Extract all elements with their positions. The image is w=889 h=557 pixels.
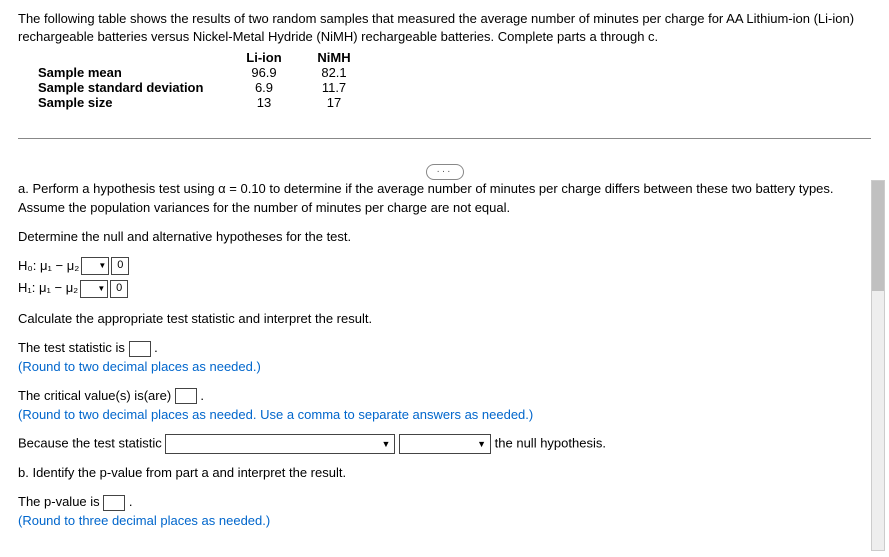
mean-nimh: 82.1 — [308, 65, 378, 80]
h0-operator-select[interactable] — [81, 257, 109, 275]
part-b-prompt: b. Identify the p-value from part a and … — [18, 464, 867, 483]
h1-label: H₁: μ₁ − μ₂ — [18, 279, 78, 298]
mean-liion: 96.9 — [238, 65, 308, 80]
h0-value-field[interactable]: 0 — [111, 257, 129, 275]
row-label-sd: Sample standard deviation — [38, 80, 238, 95]
row-label-mean: Sample mean — [38, 65, 238, 80]
n-liion: 13 — [238, 95, 308, 110]
h1-operator-select[interactable] — [80, 280, 108, 298]
decision-select[interactable] — [399, 434, 491, 454]
sd-liion: 6.9 — [238, 80, 308, 95]
p-value-input[interactable] — [103, 495, 125, 511]
test-stat-pre: The test statistic is — [18, 340, 129, 355]
question-area: a. Perform a hypothesis test using α = 0… — [18, 180, 867, 557]
pval-pre: The p-value is — [18, 494, 103, 509]
calc-prompt: Calculate the appropriate test statistic… — [18, 310, 867, 329]
comparison-select[interactable] — [165, 434, 395, 454]
h1-row: H₁: μ₁ − μ₂ 0 — [18, 279, 867, 298]
round-hint-1: (Round to two decimal places as needed.) — [18, 359, 261, 374]
round-hint-3: (Round to three decimal places as needed… — [18, 513, 270, 528]
expand-badge[interactable]: ··· — [426, 164, 464, 180]
because-pre: Because the test statistic — [18, 436, 165, 451]
col-header-nimh: NiMH — [308, 50, 378, 65]
n-nimh: 17 — [308, 95, 378, 110]
crit-post: . — [200, 388, 204, 403]
critical-value-input[interactable] — [175, 388, 197, 404]
hypotheses-prompt: Determine the null and alternative hypot… — [18, 228, 867, 247]
h1-value-field[interactable]: 0 — [110, 280, 128, 298]
test-statistic-input[interactable] — [129, 341, 151, 357]
test-stat-post: . — [154, 340, 158, 355]
h0-label: H₀: μ₁ − μ₂ — [18, 257, 79, 276]
crit-pre: The critical value(s) is(are) — [18, 388, 175, 403]
because-post: the null hypothesis. — [495, 436, 606, 451]
scroll-thumb[interactable] — [872, 181, 884, 291]
intro-text: The following table shows the results of… — [18, 10, 871, 46]
section-divider — [18, 138, 871, 139]
col-header-liion: Li-ion — [238, 50, 308, 65]
sd-nimh: 11.7 — [308, 80, 378, 95]
part-a-prompt: a. Perform a hypothesis test using α = 0… — [18, 180, 867, 218]
h0-row: H₀: μ₁ − μ₂ 0 — [18, 257, 867, 276]
data-table: Li-ion NiMH Sample mean 96.9 82.1 Sample… — [38, 50, 378, 110]
pval-post: . — [129, 494, 133, 509]
round-hint-2: (Round to two decimal places as needed. … — [18, 407, 533, 422]
row-label-n: Sample size — [38, 95, 238, 110]
vertical-scrollbar[interactable]: ▲ — [871, 180, 885, 551]
